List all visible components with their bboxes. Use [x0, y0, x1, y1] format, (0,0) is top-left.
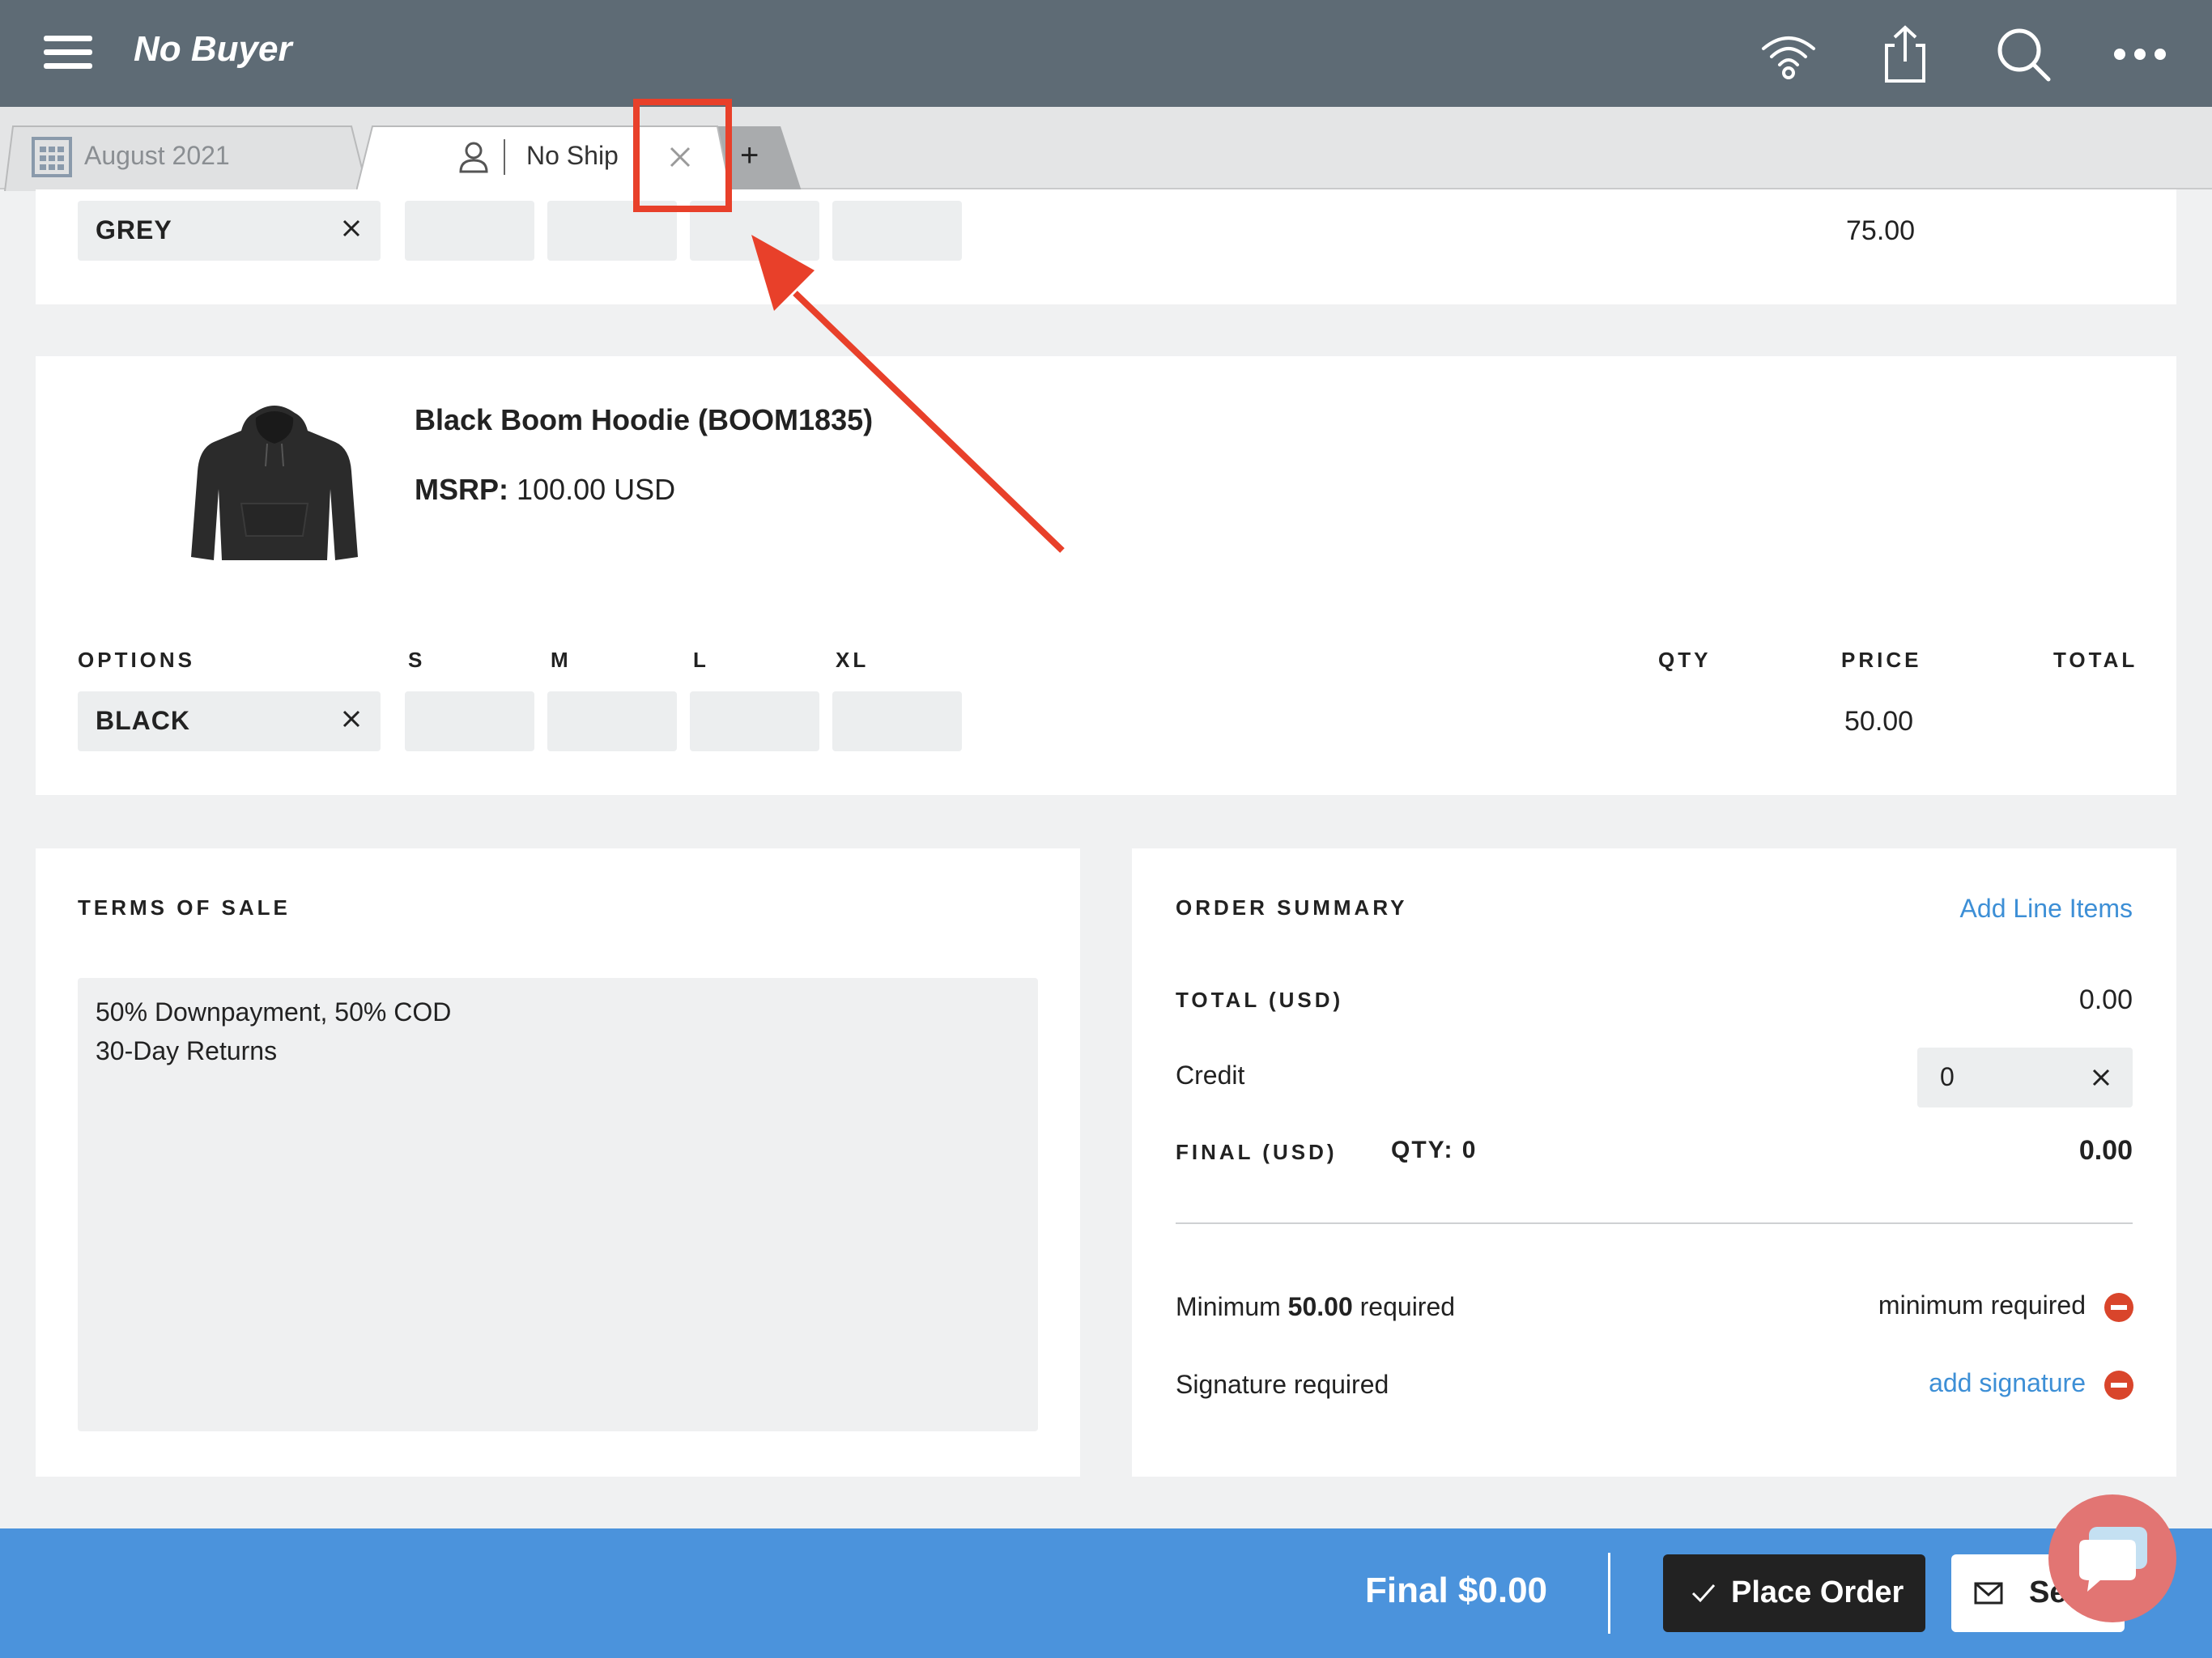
annotation-arrow-line	[793, 291, 1065, 553]
highlight-box	[633, 99, 732, 212]
annotation-overlay	[633, 99, 1065, 553]
